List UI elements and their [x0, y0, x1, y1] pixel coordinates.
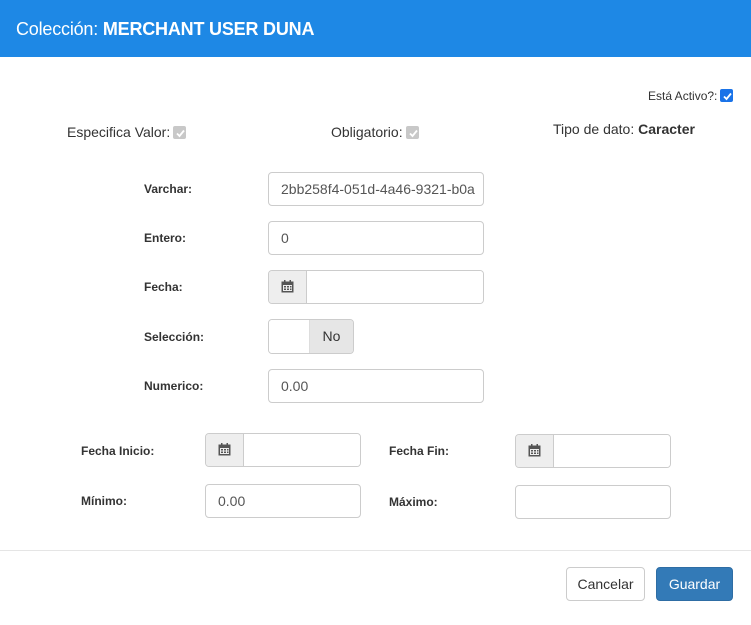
fecha-calendar-button[interactable]	[269, 271, 307, 303]
footer-divider	[0, 550, 751, 551]
check-icon	[723, 92, 733, 101]
specifies-value-checkbox	[173, 126, 187, 139]
data-type-value: Caracter	[638, 121, 695, 137]
seleccion-toggle[interactable]: No	[268, 319, 354, 354]
varchar-input[interactable]: 2bb258f4-051d-4a46-9321-b0a	[268, 172, 484, 206]
fecha-label: Fecha:	[144, 280, 183, 294]
numerico-input[interactable]: 0.00	[268, 369, 484, 403]
specifies-value-label: Especifica Valor:	[67, 124, 171, 140]
data-type: Tipo de dato: Caracter	[553, 121, 695, 137]
maximo-label: Máximo:	[389, 495, 438, 509]
minimo-input[interactable]: 0.00	[205, 484, 361, 518]
calendar-icon	[218, 443, 231, 456]
active-label: Está Activo?:	[648, 89, 718, 103]
cancel-button[interactable]: Cancelar	[566, 567, 645, 601]
check-icon	[176, 129, 185, 138]
collection-name: MERCHANT USER DUNA	[102, 19, 315, 39]
active-checkbox[interactable]	[720, 89, 734, 102]
fecha-fin-date-group	[515, 434, 671, 468]
calendar-icon	[281, 280, 294, 293]
varchar-label: Varchar:	[144, 182, 193, 196]
numerico-label: Numerico:	[144, 379, 204, 393]
required: Obligatorio:	[331, 124, 419, 140]
fecha-input[interactable]	[307, 271, 483, 303]
specifies-value: Especifica Valor:	[67, 124, 187, 140]
required-label: Obligatorio:	[331, 124, 403, 140]
fecha-fin-input[interactable]	[554, 435, 670, 467]
maximo-input[interactable]	[515, 485, 671, 519]
toggle-knob	[269, 320, 310, 353]
seleccion-label: Selección:	[144, 330, 205, 344]
modal-title: Colección: MERCHANT USER DUNA	[16, 19, 314, 39]
collection-prefix: Colección:	[16, 19, 99, 39]
required-checkbox	[405, 126, 419, 139]
fecha-inicio-date-group	[205, 433, 361, 467]
fecha-inicio-calendar-button[interactable]	[206, 434, 244, 466]
data-type-label: Tipo de dato:	[553, 121, 635, 137]
fecha-date-group	[268, 270, 484, 304]
entero-input[interactable]: 0	[268, 221, 484, 255]
fecha-inicio-input[interactable]	[244, 434, 360, 466]
save-button[interactable]: Guardar	[656, 567, 733, 601]
modal-header: Colección: MERCHANT USER DUNA	[0, 0, 751, 57]
fecha-inicio-label: Fecha Inicio:	[81, 444, 155, 458]
active-status: Está Activo?:	[648, 89, 734, 103]
entero-label: Entero:	[144, 231, 186, 245]
minimo-label: Mínimo:	[81, 494, 127, 508]
fecha-fin-label: Fecha Fin:	[389, 444, 450, 458]
toggle-off-text: No	[310, 320, 353, 353]
check-icon	[408, 129, 418, 138]
fecha-fin-calendar-button[interactable]	[516, 435, 554, 467]
calendar-icon	[528, 444, 541, 457]
